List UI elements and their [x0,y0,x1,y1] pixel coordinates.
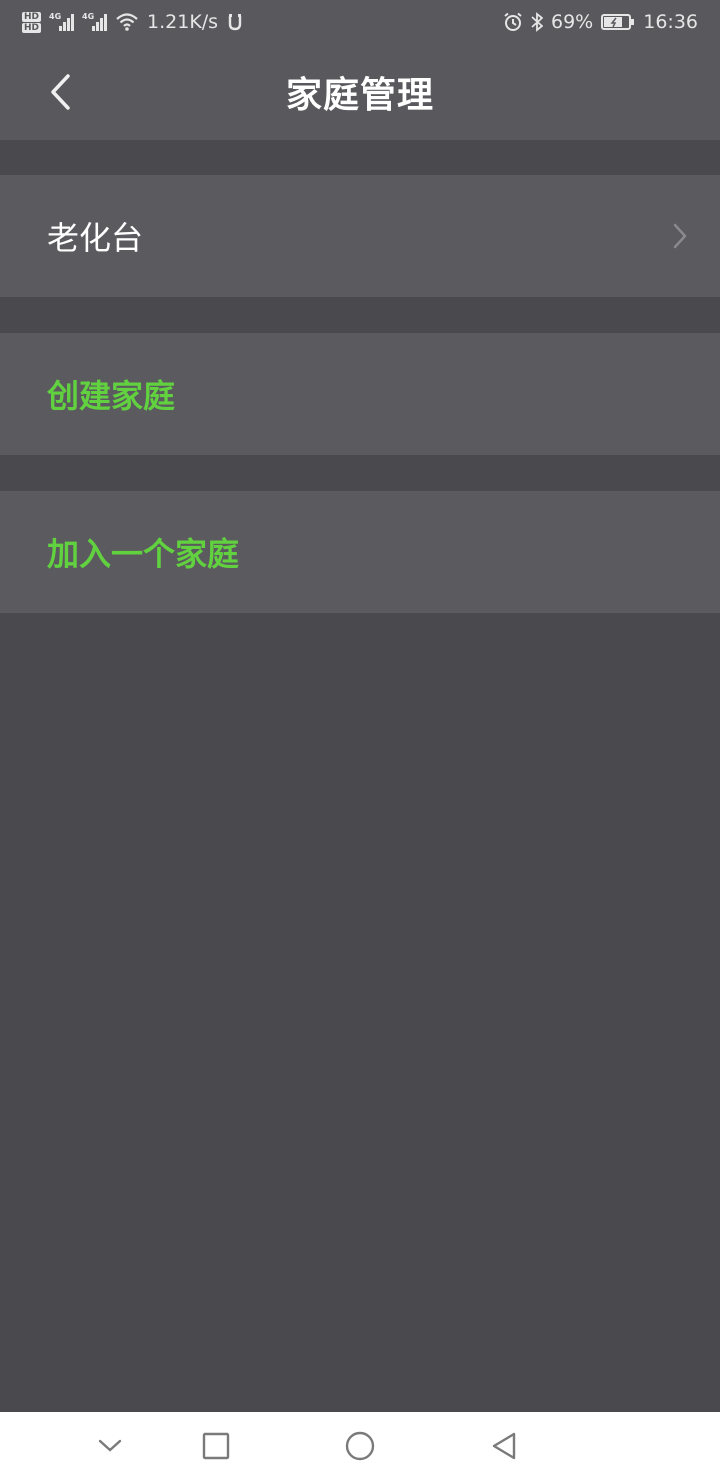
network-speed: 1.21K/s [147,11,219,33]
chevron-right-icon [673,223,687,249]
recent-apps-button[interactable] [196,1426,236,1466]
square-icon [202,1432,230,1460]
alarm-icon [504,12,522,31]
battery-icon [601,14,635,30]
hd-label-1: HD [22,11,42,22]
bluetooth-icon [531,12,543,32]
clock: 16:36 [643,11,698,33]
triangle-back-icon [492,1432,516,1460]
signal-icon-2: 4G [82,12,108,31]
battery-percent: 69% [551,11,594,33]
back-button[interactable] [36,68,84,116]
status-bar: HD HD 4G 4G 1.21K/s 69% 16:36 [0,0,720,44]
status-bar-right: 69% 16:36 [503,11,698,33]
chevron-left-icon [51,74,70,110]
chevron-down-icon [98,1439,122,1452]
home-button[interactable] [340,1426,380,1466]
list-item-family[interactable]: 老化台 [0,175,720,297]
hide-nav-button[interactable] [90,1426,130,1466]
hd-label-2: HD [22,22,42,33]
join-family-button[interactable]: 加入一个家庭 [0,491,720,613]
header-bar: 家庭管理 [0,44,720,140]
wifi-icon [116,13,138,31]
usb-debug-icon [228,14,242,31]
create-family-button[interactable]: 创建家庭 [0,333,720,455]
signal-icon-1: 4G [49,12,75,31]
page-title: 家庭管理 [285,75,434,116]
network-tag-1: 4G [49,12,62,21]
hd-icon: HD HD [22,11,42,33]
create-family-label: 创建家庭 [47,377,176,415]
network-tag-2: 4G [82,12,95,21]
list-item-label: 老化台 [47,219,144,257]
back-nav-button[interactable] [484,1426,524,1466]
status-bar-left: HD HD 4G 4G 1.21K/s [22,11,244,33]
system-nav-bar [0,1412,720,1480]
circle-icon [345,1431,375,1461]
join-family-label: 加入一个家庭 [47,535,240,573]
